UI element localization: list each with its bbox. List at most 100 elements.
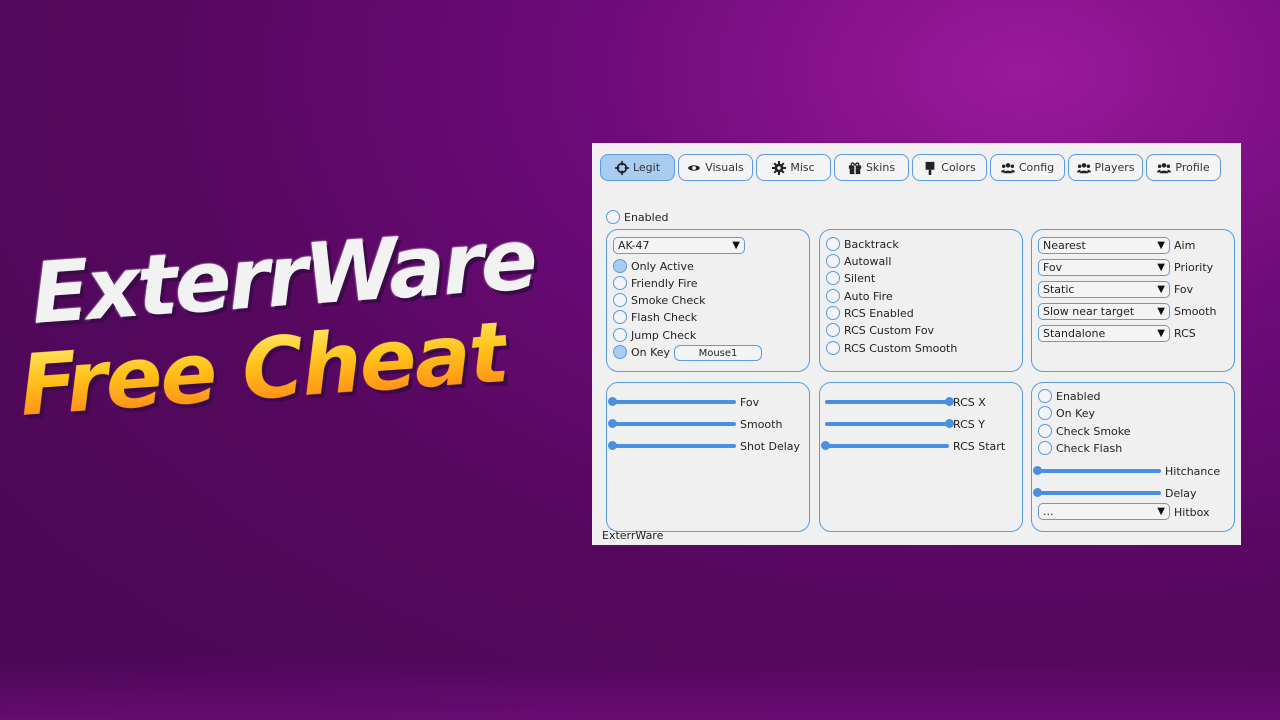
misc-panel: Backtrack Autowall Silent Auto Fire RCS …: [819, 229, 1023, 372]
radio-icon[interactable]: [613, 293, 627, 307]
radio-icon[interactable]: [826, 341, 840, 355]
aim-panel: Nearest ▼ Aim Fov ▼ Priority Static ▼ Fov S…: [1031, 229, 1235, 372]
sliders-mid-panel: RCS X RCS Y RCS Start: [819, 382, 1023, 532]
dropdown-arrow-icon: ▼: [1157, 506, 1165, 517]
option-jump-check[interactable]: Jump Check: [613, 328, 696, 342]
trigger-enabled[interactable]: Enabled: [1038, 389, 1100, 403]
tab-label: Skins: [865, 161, 896, 174]
slider-handle[interactable]: [608, 419, 617, 428]
enabled-toggle[interactable]: Enabled: [606, 210, 668, 224]
rcs-y-slider[interactable]: [825, 419, 954, 428]
trigger-check-flash[interactable]: Check Flash: [1038, 441, 1122, 455]
option-label: On Key: [631, 345, 671, 359]
option-label: Autowall: [844, 254, 892, 268]
radio-icon[interactable]: [826, 237, 840, 251]
radio-icon[interactable]: [826, 323, 840, 337]
background-glow: [0, 660, 1280, 720]
slider-handle[interactable]: [608, 397, 617, 406]
promo-title: ExterrWare Free Cheat: [17, 210, 580, 465]
smooth-label: Smooth: [1174, 305, 1217, 318]
tab-label: Config: [1018, 161, 1055, 174]
gift-icon: [848, 161, 862, 174]
option-label: On Key: [1056, 406, 1096, 420]
option-label: RCS Custom Smooth: [844, 341, 958, 355]
option-flash-check[interactable]: Flash Check: [613, 310, 697, 324]
option-only-active[interactable]: Only Active: [613, 259, 694, 273]
slider-handle[interactable]: [608, 441, 617, 450]
tab-label: Visuals: [705, 161, 744, 174]
priority-select[interactable]: Fov ▼: [1038, 259, 1170, 276]
option-rcs-custom-smooth[interactable]: RCS Custom Smooth: [826, 341, 957, 355]
radio-icon[interactable]: [606, 210, 620, 224]
tab-label: Profile: [1175, 161, 1210, 174]
radio-icon[interactable]: [1038, 406, 1052, 420]
trigger-check-smoke[interactable]: Check Smoke: [1038, 424, 1131, 438]
option-label: RCS Custom Fov: [844, 323, 935, 337]
tab-config[interactable]: Config: [990, 154, 1065, 181]
option-on-key[interactable]: On Key: [613, 345, 670, 359]
tab-legit[interactable]: Legit: [600, 154, 675, 181]
radio-icon[interactable]: [826, 306, 840, 320]
option-rcs-enabled[interactable]: RCS Enabled: [826, 306, 914, 320]
rcs-start-label: RCS Start: [953, 440, 1006, 453]
radio-icon[interactable]: [826, 289, 840, 303]
aim-select[interactable]: Nearest ▼: [1038, 237, 1170, 254]
slider-handle[interactable]: [1033, 488, 1042, 497]
fov-select[interactable]: Static ▼: [1038, 281, 1170, 298]
tab-skins[interactable]: Skins: [834, 154, 909, 181]
trigger-panel: Enabled On Key Check Smoke Check Flash H…: [1031, 382, 1235, 532]
rcs-select[interactable]: Standalone ▼: [1038, 325, 1170, 342]
footer-brand: ExterrWare: [602, 529, 664, 542]
radio-icon[interactable]: [1038, 441, 1052, 455]
radio-icon[interactable]: [1038, 389, 1052, 403]
option-rcs-custom-fov[interactable]: RCS Custom Fov: [826, 323, 934, 337]
option-backtrack[interactable]: Backtrack: [826, 237, 899, 251]
delay-label: Delay: [1165, 487, 1197, 500]
smooth-slider[interactable]: [608, 419, 736, 428]
option-label: Smoke Check: [631, 293, 706, 307]
option-label: Backtrack: [844, 237, 899, 251]
slider-handle[interactable]: [1033, 466, 1042, 475]
shot-delay-slider[interactable]: [608, 441, 736, 450]
select-value: Static: [1043, 283, 1075, 296]
option-autowall[interactable]: Autowall: [826, 254, 891, 268]
keybind-button[interactable]: Mouse1: [674, 345, 762, 361]
hitchance-label: Hitchance: [1165, 465, 1221, 478]
radio-icon[interactable]: [613, 259, 627, 273]
option-friendly-fire[interactable]: Friendly Fire: [613, 276, 698, 290]
option-silent[interactable]: Silent: [826, 271, 875, 285]
tab-colors[interactable]: Colors: [912, 154, 987, 181]
option-label: Only Active: [631, 259, 694, 273]
slider-handle[interactable]: [821, 441, 830, 450]
radio-icon[interactable]: [826, 254, 840, 268]
dropdown-arrow-icon: ▼: [1157, 262, 1165, 273]
tab-misc[interactable]: Misc: [756, 154, 831, 181]
radio-icon[interactable]: [613, 328, 627, 342]
radio-icon[interactable]: [613, 345, 627, 359]
tab-visuals[interactable]: Visuals: [678, 154, 753, 181]
option-auto-fire[interactable]: Auto Fire: [826, 289, 893, 303]
fov-slider[interactable]: [608, 397, 736, 406]
tab-profile[interactable]: Profile: [1146, 154, 1221, 181]
radio-icon[interactable]: [613, 276, 627, 290]
option-label: Flash Check: [631, 310, 698, 324]
rcs-start-slider[interactable]: [821, 441, 949, 450]
radio-icon[interactable]: [613, 310, 627, 324]
radio-icon[interactable]: [1038, 424, 1052, 438]
tab-players[interactable]: Players: [1068, 154, 1143, 181]
delay-slider[interactable]: [1033, 488, 1161, 497]
hitbox-select[interactable]: ... ▼: [1038, 503, 1170, 520]
hitchance-slider[interactable]: [1033, 466, 1161, 475]
select-value: Standalone: [1043, 327, 1106, 340]
option-label: Enabled: [1056, 389, 1101, 403]
option-smoke-check[interactable]: Smoke Check: [613, 293, 706, 307]
radio-icon[interactable]: [826, 271, 840, 285]
rcs-x-slider[interactable]: [825, 397, 954, 406]
weapon-select[interactable]: AK-47 ▼: [613, 237, 745, 254]
aim-label: Aim: [1174, 239, 1196, 252]
smooth-select[interactable]: Slow near target ▼: [1038, 303, 1170, 320]
option-label: Check Flash: [1056, 441, 1123, 455]
option-label: Friendly Fire: [631, 276, 698, 290]
trigger-on-key[interactable]: On Key: [1038, 406, 1095, 420]
gear-icon: [772, 160, 787, 175]
